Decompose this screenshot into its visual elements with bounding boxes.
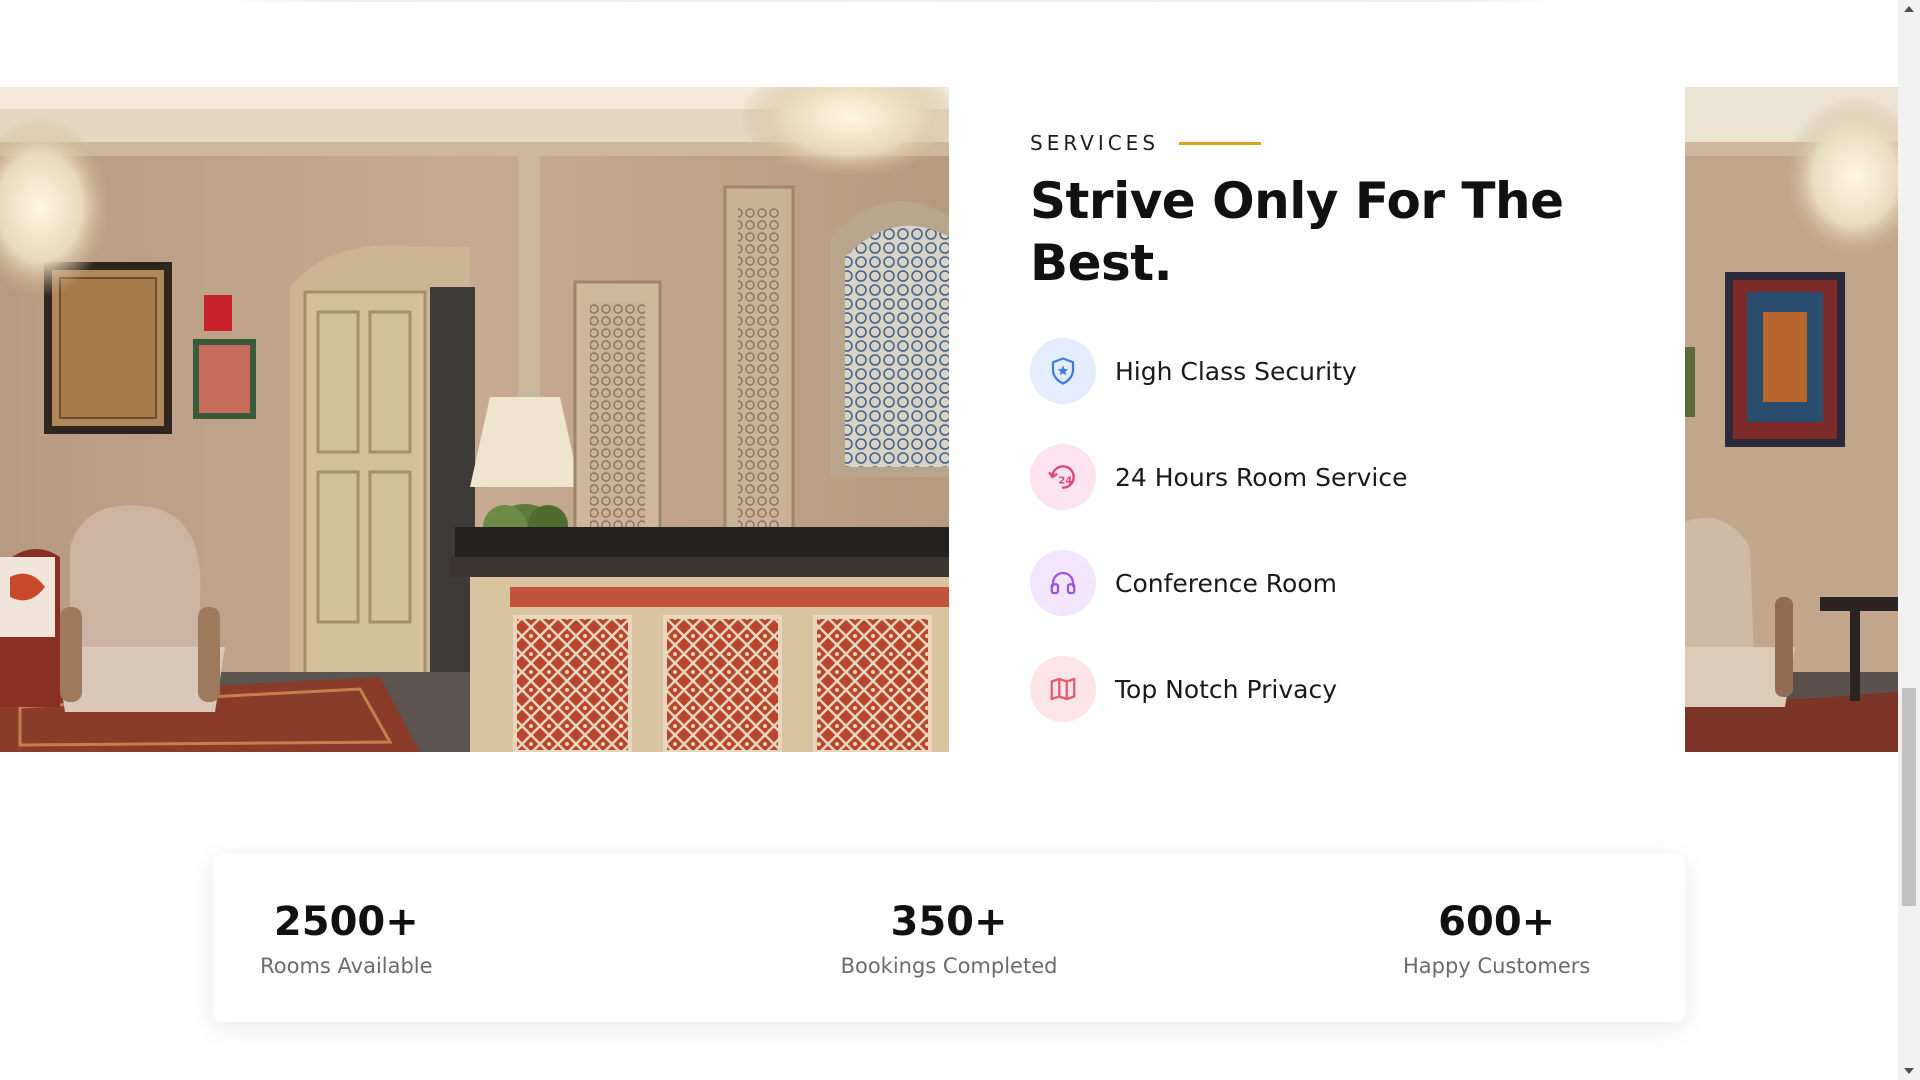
stat-customers: 600+ Happy Customers bbox=[1251, 854, 1742, 1022]
map-icon bbox=[1030, 656, 1096, 722]
stat-value: 600+ bbox=[1438, 899, 1556, 945]
service-label: High Class Security bbox=[1115, 356, 1357, 386]
service-label: Top Notch Privacy bbox=[1115, 674, 1337, 704]
stat-rooms: 2500+ Rooms Available bbox=[101, 854, 592, 1022]
service-label: 24 Hours Room Service bbox=[1115, 462, 1408, 492]
svg-text:24: 24 bbox=[1058, 476, 1072, 487]
shield-star-icon bbox=[1030, 338, 1096, 404]
eyebrow-accent-line bbox=[1179, 141, 1262, 145]
scrollbar-thumb[interactable] bbox=[1902, 688, 1916, 906]
service-item-room-service: 24 24 Hours Room Service bbox=[1030, 444, 1650, 510]
page: SERVICES Strive Only For The Best. High … bbox=[0, 0, 1920, 1080]
stats-card: 2500+ Rooms Available 350+ Bookings Comp… bbox=[213, 854, 1685, 1022]
services-heading: Strive Only For The Best. bbox=[1030, 172, 1564, 292]
clock-24-icon: 24 bbox=[1030, 444, 1096, 510]
services-eyebrow-row: SERVICES bbox=[1030, 128, 1650, 158]
stat-label: Happy Customers bbox=[1402, 954, 1591, 978]
services-section: SERVICES Strive Only For The Best. High … bbox=[1030, 128, 1650, 762]
headphones-icon bbox=[1030, 550, 1096, 616]
scroll-down-arrow-icon[interactable] bbox=[1904, 1068, 1914, 1074]
scroll-up-arrow-icon[interactable] bbox=[1904, 6, 1914, 12]
service-item-privacy: Top Notch Privacy bbox=[1030, 656, 1650, 722]
hotel-lobby-image bbox=[0, 87, 949, 752]
service-label: Conference Room bbox=[1115, 568, 1337, 598]
stat-label: Bookings Completed bbox=[840, 954, 1058, 978]
stat-bookings: 350+ Bookings Completed bbox=[704, 854, 1195, 1022]
top-divider bbox=[220, 0, 1570, 2]
services-eyebrow: SERVICES bbox=[1030, 131, 1160, 155]
page-scrollbar[interactable] bbox=[1898, 0, 1920, 1080]
service-item-conference: Conference Room bbox=[1030, 550, 1650, 616]
hotel-lounge-image bbox=[1685, 87, 1898, 752]
stat-value: 350+ bbox=[890, 899, 1008, 945]
stat-value: 2500+ bbox=[273, 899, 419, 945]
stat-label: Rooms Available bbox=[260, 954, 433, 978]
service-list: High Class Security 24 24 Hours Room Ser… bbox=[1030, 338, 1650, 722]
service-item-security: High Class Security bbox=[1030, 338, 1650, 404]
